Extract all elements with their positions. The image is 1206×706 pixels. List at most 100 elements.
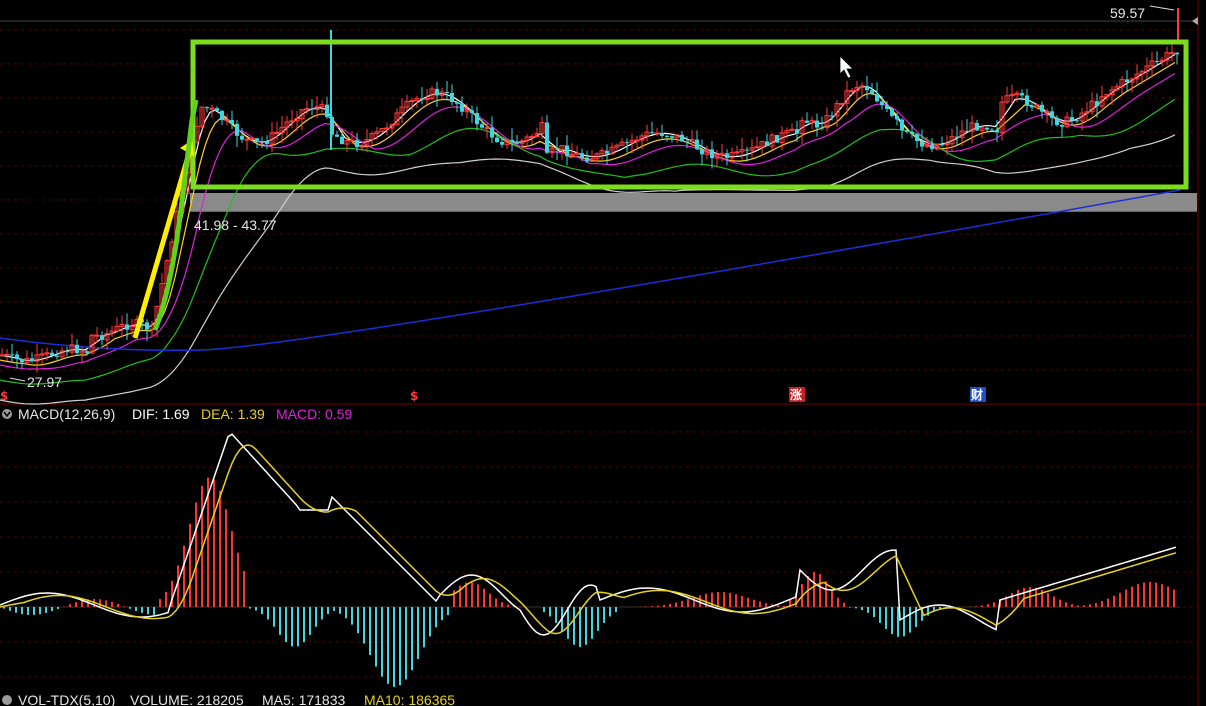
candle-down (865, 85, 869, 91)
zone-range-label: 41.98 - 43.77 (194, 217, 277, 233)
candle-down (830, 115, 834, 117)
event-marker-finance[interactable]: 财 (970, 387, 983, 402)
volume-ma5-value: MA5: 171833 (262, 692, 345, 706)
candle-up (484, 126, 490, 129)
candle-up (224, 119, 230, 122)
candle-down (10, 354, 14, 356)
candle-down (205, 107, 209, 109)
candle-up (244, 138, 250, 141)
candle-down (15, 354, 19, 360)
stock-chart: 59.57 27.97 41.98 - 43.77 $ $ 涨 财 MACD(1… (0, 0, 1206, 706)
candle-down (930, 144, 934, 150)
volume-value: VOLUME: 218205 (130, 692, 244, 706)
candle-down (240, 135, 244, 140)
candle-down (265, 141, 269, 145)
candle-down (435, 88, 439, 96)
candle-down (670, 136, 674, 138)
price-low-label: 27.97 (27, 374, 62, 390)
macd-collapse-icon[interactable] (2, 409, 12, 419)
candle-down (695, 139, 699, 150)
candle-down (820, 127, 824, 129)
candle-down (470, 110, 474, 114)
event-marker-dividend-1[interactable]: $ (0, 389, 8, 403)
candle-down (890, 108, 894, 116)
candle-down (895, 115, 899, 120)
candle-down (990, 129, 994, 131)
candle-down (680, 134, 684, 142)
price-high-label: 59.57 (1110, 5, 1145, 21)
candle-up (1169, 52, 1175, 55)
candle-down (815, 120, 819, 128)
candle-down (260, 141, 264, 143)
candle-down (700, 149, 704, 155)
candle-down (775, 135, 779, 143)
candle-down (30, 358, 34, 362)
candle-up (1044, 110, 1050, 113)
candle-down (805, 120, 809, 123)
candle-down (900, 119, 904, 131)
candle-down (545, 122, 549, 153)
event-marker-rise[interactable]: 涨 (790, 387, 802, 402)
candle-up (734, 151, 740, 154)
candle-down (100, 335, 104, 340)
candle-down (460, 103, 464, 112)
candle-down (1030, 105, 1034, 108)
volume-collapse-icon[interactable] (2, 695, 12, 705)
candle-down (985, 127, 989, 130)
event-marker-dividend-2[interactable]: $ (410, 389, 418, 403)
candle-down (235, 123, 239, 136)
candle-down (335, 134, 339, 137)
candle-down (1055, 117, 1059, 126)
candle-down (450, 92, 454, 103)
candle-down (325, 104, 329, 118)
candle-down (220, 110, 224, 121)
candle-down (1020, 93, 1024, 96)
volume-ma10-value: MA10: 186365 (364, 692, 455, 706)
candle-up (0, 354, 5, 357)
candle-down (255, 138, 259, 142)
candle-down (660, 132, 664, 136)
candle-down (490, 127, 494, 138)
macd-indicator-name[interactable]: MACD(12,26,9) (18, 406, 115, 422)
candle-up (409, 99, 415, 102)
candle-down (885, 105, 889, 109)
candle-down (1075, 120, 1079, 122)
candle-down (665, 135, 669, 137)
chart-background (0, 0, 1206, 706)
macd-value: MACD: 0.59 (276, 406, 352, 422)
candle-down (340, 136, 344, 145)
candle-down (1050, 111, 1054, 118)
candle-down (310, 108, 314, 110)
candle-up (209, 107, 215, 110)
candle-down (125, 324, 129, 330)
candle-down (475, 113, 479, 125)
candle-down (480, 124, 484, 128)
candle-down (915, 134, 919, 142)
candle-down (555, 148, 559, 150)
candle-down (510, 139, 514, 142)
volume-indicator-name[interactable]: VOL-TDX(5,10) (18, 692, 115, 706)
candle-down (940, 144, 944, 146)
candle-down (795, 129, 799, 134)
candle-down (85, 351, 89, 354)
candle-down (710, 149, 714, 159)
candle-down (870, 90, 874, 95)
candle-down (995, 129, 999, 133)
candle-up (94, 334, 100, 337)
candle-down (765, 141, 769, 147)
candle-up (1159, 59, 1165, 62)
candle-down (1070, 117, 1074, 121)
macd-dea-value: DEA: 1.39 (201, 406, 265, 422)
candle-up (249, 137, 255, 140)
candle-down (605, 150, 609, 154)
candle-down (745, 149, 749, 151)
candle-down (1125, 79, 1129, 83)
candle-down (500, 141, 504, 145)
candle-down (585, 157, 589, 162)
candle-down (965, 130, 969, 132)
candle-up (274, 131, 280, 134)
candle-down (495, 137, 499, 142)
candle-down (910, 131, 914, 135)
candle-down (905, 130, 909, 132)
candle-down (445, 92, 449, 94)
